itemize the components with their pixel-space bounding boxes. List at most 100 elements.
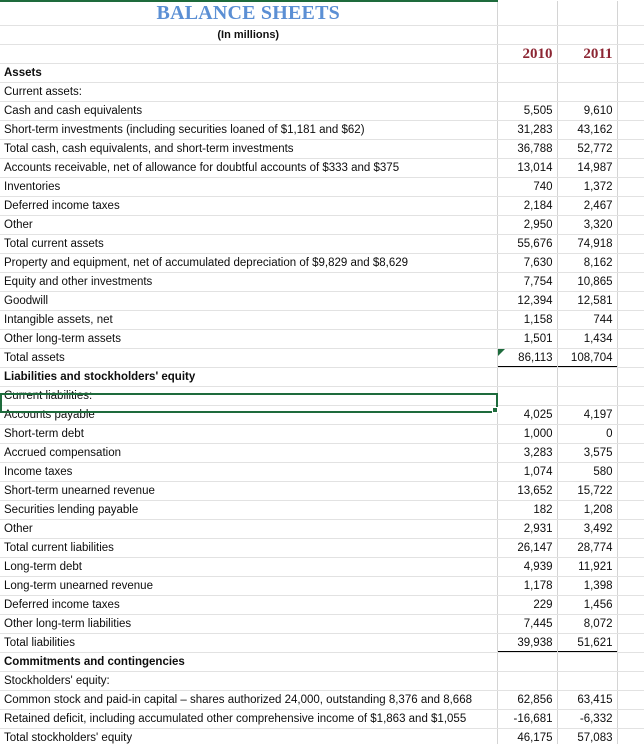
value-2011[interactable] [557, 652, 618, 672]
value-2011[interactable]: 1,434 [557, 329, 618, 349]
value-2011[interactable]: 1,372 [557, 177, 618, 197]
value-2011[interactable]: 1,208 [557, 500, 618, 520]
value-2011[interactable]: 28,774 [557, 538, 618, 558]
value-2011[interactable]: 14,987 [557, 158, 618, 178]
row-label[interactable]: Other [0, 215, 498, 235]
value-2011[interactable]: 580 [557, 462, 618, 482]
row-label[interactable]: Current liabilities: [0, 386, 498, 406]
value-2011[interactable]: 63,415 [557, 690, 618, 710]
value-2010[interactable]: 13,014 [497, 158, 558, 178]
row-label[interactable]: Total cash, cash equivalents, and short-… [0, 139, 498, 159]
value-2010[interactable]: 7,445 [497, 614, 558, 634]
value-2010[interactable]: 182 [497, 500, 558, 520]
value-2011[interactable]: 8,162 [557, 253, 618, 273]
value-2010[interactable]: 26,147 [497, 538, 558, 558]
row-label[interactable]: Long-term debt [0, 557, 498, 577]
row-label[interactable]: Short-term investments (including securi… [0, 120, 498, 140]
value-2011[interactable]: 43,162 [557, 120, 618, 140]
value-2011[interactable] [557, 367, 618, 387]
value-2010[interactable]: 55,676 [497, 234, 558, 254]
row-label[interactable]: Liabilities and stockholders' equity [0, 367, 498, 387]
row-label[interactable]: Equity and other investments [0, 272, 498, 292]
value-2010[interactable]: 13,652 [497, 481, 558, 501]
value-2010[interactable] [497, 63, 558, 83]
value-2010[interactable] [497, 367, 558, 387]
value-2010[interactable]: 1,000 [497, 424, 558, 444]
value-2011[interactable]: 9,610 [557, 101, 618, 121]
value-2010[interactable]: 39,938 [497, 633, 558, 653]
row-label[interactable]: Accounts receivable, net of allowance fo… [0, 158, 498, 178]
row-label[interactable]: Short-term debt [0, 424, 498, 444]
row-label[interactable]: Commitments and contingencies [0, 652, 498, 672]
value-2011[interactable]: 4,197 [557, 405, 618, 425]
value-2010[interactable]: 2,931 [497, 519, 558, 539]
row-label[interactable]: Accounts payable [0, 405, 498, 425]
row-label[interactable]: Deferred income taxes [0, 595, 498, 615]
value-2010[interactable] [497, 82, 558, 102]
value-2011[interactable]: 744 [557, 310, 618, 330]
value-2011[interactable]: 2,467 [557, 196, 618, 216]
value-2010[interactable]: 1,074 [497, 462, 558, 482]
row-label[interactable]: Intangible assets, net [0, 310, 498, 330]
row-label[interactable]: Other long-term assets [0, 329, 498, 349]
value-2011[interactable] [557, 671, 618, 691]
value-2010[interactable]: 86,113 [497, 348, 558, 368]
value-2010[interactable]: 2,950 [497, 215, 558, 235]
value-2010[interactable]: 7,630 [497, 253, 558, 273]
value-2011[interactable]: 15,722 [557, 481, 618, 501]
value-2011[interactable]: -6,332 [557, 709, 618, 729]
value-2011[interactable]: 1,398 [557, 576, 618, 596]
row-label[interactable]: Total stockholders' equity [0, 728, 498, 744]
row-label[interactable]: Goodwill [0, 291, 498, 311]
row-label[interactable]: Retained deficit, including accumulated … [0, 709, 498, 729]
row-label[interactable]: Assets [0, 63, 498, 83]
row-label[interactable]: Cash and cash equivalents [0, 101, 498, 121]
row-label[interactable]: Stockholders' equity: [0, 671, 498, 691]
value-2011[interactable]: 10,865 [557, 272, 618, 292]
value-2010[interactable] [497, 671, 558, 691]
value-2011[interactable]: 12,581 [557, 291, 618, 311]
column-header-2010[interactable]: 2010 [497, 44, 558, 64]
value-2011[interactable]: 3,575 [557, 443, 618, 463]
value-2010[interactable]: 62,856 [497, 690, 558, 710]
row-label[interactable]: Total current assets [0, 234, 498, 254]
value-2010[interactable]: 4,025 [497, 405, 558, 425]
row-label[interactable]: Other [0, 519, 498, 539]
value-2010[interactable]: 1,158 [497, 310, 558, 330]
value-2011[interactable]: 57,083 [557, 728, 618, 744]
row-label[interactable]: Current assets: [0, 82, 498, 102]
row-label[interactable]: Common stock and paid-in capital – share… [0, 690, 498, 710]
value-2010[interactable] [497, 386, 558, 406]
row-label[interactable]: Short-term unearned revenue [0, 481, 498, 501]
value-2011[interactable]: 52,772 [557, 139, 618, 159]
row-label[interactable]: Total assets [0, 348, 498, 368]
value-2010[interactable]: 46,175 [497, 728, 558, 744]
row-label[interactable]: Deferred income taxes [0, 196, 498, 216]
row-label[interactable]: Securities lending payable [0, 500, 498, 520]
value-2011[interactable] [557, 82, 618, 102]
value-2010[interactable]: -16,681 [497, 709, 558, 729]
value-2010[interactable]: 1,501 [497, 329, 558, 349]
value-2011[interactable]: 3,492 [557, 519, 618, 539]
value-2010[interactable]: 740 [497, 177, 558, 197]
column-header-2011[interactable]: 2011 [557, 44, 618, 64]
value-2011[interactable]: 1,456 [557, 595, 618, 615]
value-2010[interactable]: 1,178 [497, 576, 558, 596]
value-2010[interactable]: 7,754 [497, 272, 558, 292]
row-label[interactable]: Total liabilities [0, 633, 498, 653]
value-2010[interactable]: 5,505 [497, 101, 558, 121]
row-label[interactable]: Total current liabilities [0, 538, 498, 558]
value-2010[interactable]: 4,939 [497, 557, 558, 577]
value-2011[interactable] [557, 63, 618, 83]
value-2011[interactable]: 11,921 [557, 557, 618, 577]
value-2010[interactable]: 2,184 [497, 196, 558, 216]
row-label[interactable]: Inventories [0, 177, 498, 197]
row-label[interactable]: Long-term unearned revenue [0, 576, 498, 596]
value-2011[interactable]: 74,918 [557, 234, 618, 254]
value-2011[interactable]: 108,704 [557, 348, 618, 368]
value-2011[interactable]: 0 [557, 424, 618, 444]
value-2010[interactable] [497, 652, 558, 672]
row-label[interactable]: Accrued compensation [0, 443, 498, 463]
value-2010[interactable]: 31,283 [497, 120, 558, 140]
row-label[interactable]: Other long-term liabilities [0, 614, 498, 634]
